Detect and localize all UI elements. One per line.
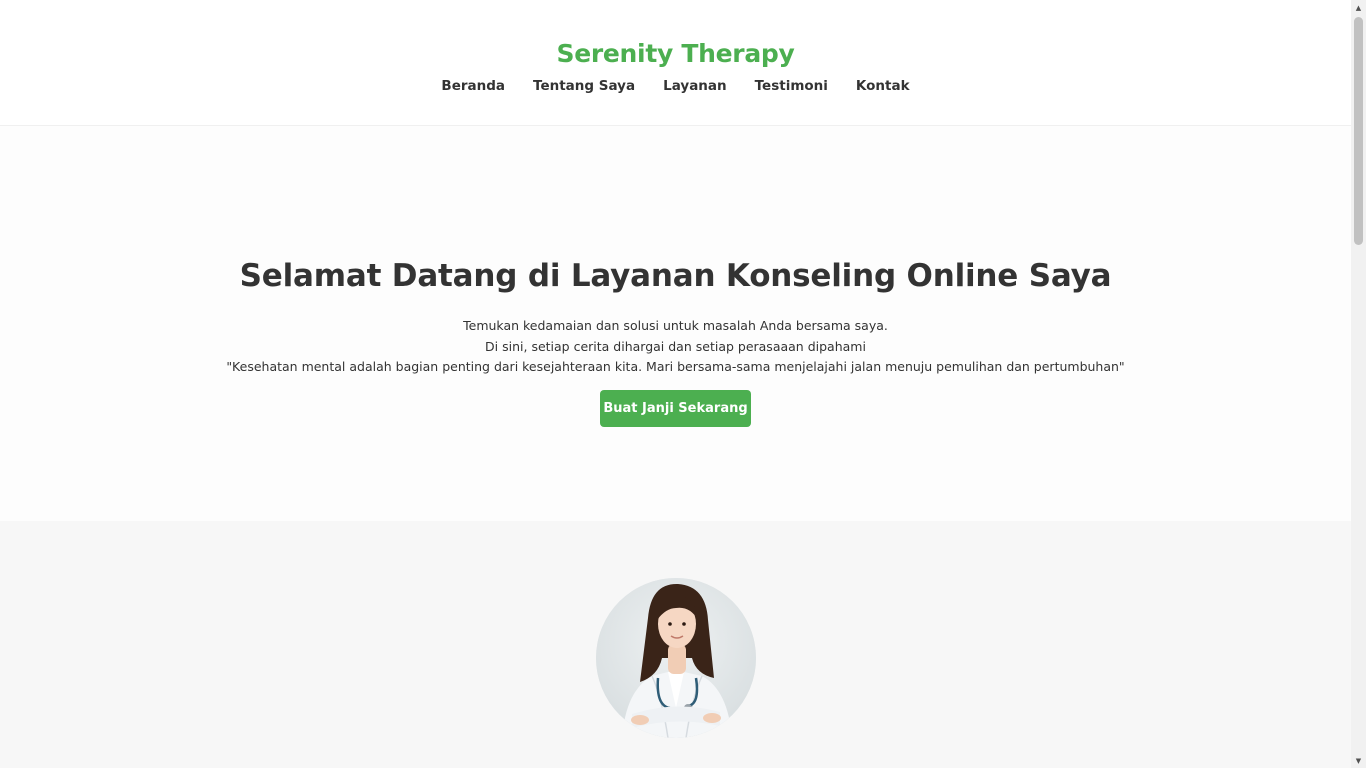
site-header: Serenity Therapy Beranda Tentang Saya La… (0, 0, 1351, 126)
hero-quote: "Kesehatan mental adalah bagian penting … (226, 359, 1125, 374)
nav-testimoni[interactable]: Testimoni (755, 77, 828, 95)
nav-kontak[interactable]: Kontak (856, 77, 910, 95)
hero-title: Selamat Datang di Layanan Konseling Onli… (239, 258, 1112, 294)
site-logo[interactable]: Serenity Therapy (0, 0, 1351, 70)
scroll-down-arrow-icon[interactable]: ▼ (1351, 753, 1366, 768)
nav-beranda[interactable]: Beranda (441, 77, 505, 95)
scrollbar-thumb[interactable] (1354, 17, 1363, 245)
hero-line-1: Temukan kedamaian dan solusi untuk masal… (463, 318, 888, 333)
hero-line-2: Di sini, setiap cerita dihargai dan seti… (485, 338, 866, 354)
hero-text: Temukan kedamaian dan solusi untuk masal… (0, 316, 1351, 378)
nav-layanan[interactable]: Layanan (663, 77, 727, 95)
scroll-up-arrow-icon[interactable]: ▲ (1351, 0, 1366, 15)
main-nav: Beranda Tentang Saya Layanan Testimoni K… (0, 77, 1351, 95)
nav-tentang-saya[interactable]: Tentang Saya (533, 77, 635, 95)
vertical-scrollbar[interactable]: ▲ ▼ (1351, 0, 1366, 768)
hero-section: Selamat Datang di Layanan Konseling Onli… (0, 126, 1351, 521)
book-appointment-button[interactable]: Buat Janji Sekarang (600, 389, 751, 427)
therapist-portrait-icon (596, 578, 756, 738)
